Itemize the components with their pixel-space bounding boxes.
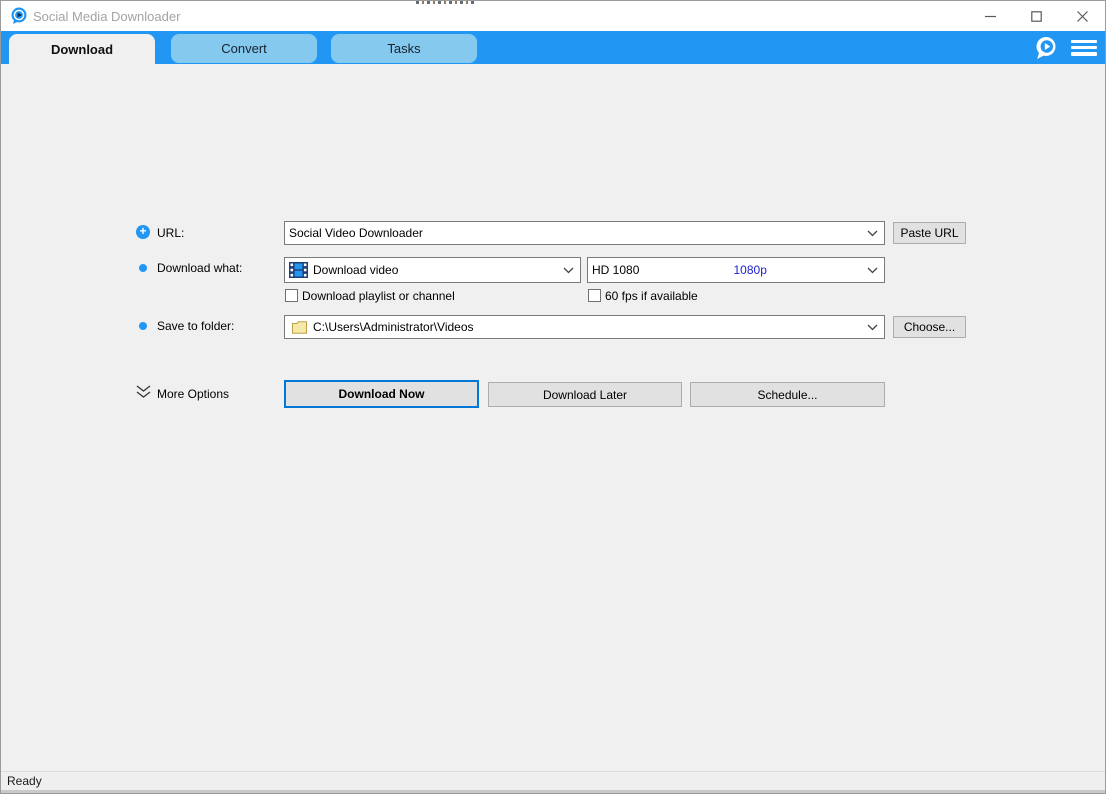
paste-url-button[interactable]: Paste URL — [893, 222, 966, 244]
chevron-down-icon[interactable] — [867, 230, 880, 237]
save-folder-combobox[interactable]: C:\Users\Administrator\Videos — [284, 315, 885, 339]
chevron-down-icon[interactable] — [867, 324, 880, 331]
logo-play-icon[interactable] — [1033, 35, 1059, 61]
bullet-icon — [139, 264, 147, 272]
status-text: Ready — [7, 774, 42, 788]
download-what-dropdown[interactable]: Download video — [284, 257, 581, 283]
download-now-button[interactable]: Download Now — [284, 380, 479, 408]
tab-convert[interactable]: Convert — [171, 34, 317, 63]
quality-label: HD 1080 — [592, 263, 639, 277]
schedule-button[interactable]: Schedule... — [690, 382, 885, 407]
url-value: Social Video Downloader — [289, 226, 423, 240]
url-combobox[interactable]: Social Video Downloader — [284, 221, 885, 245]
close-button[interactable] — [1059, 1, 1105, 31]
chevron-down-icon[interactable] — [867, 267, 880, 274]
tab-download[interactable]: Download — [9, 34, 155, 64]
quality-dropdown[interactable]: HD 1080 1080p — [587, 257, 885, 283]
choose-folder-button[interactable]: Choose... — [893, 316, 966, 338]
status-bar: Ready — [1, 771, 1105, 790]
bullet-icon — [139, 322, 147, 330]
save-to-label: Save to folder: — [157, 319, 234, 333]
more-options-label[interactable]: More Options — [157, 387, 229, 401]
quality-value: 1080p — [734, 263, 773, 277]
playlist-checkbox-label[interactable]: Download playlist or channel — [302, 289, 455, 303]
download-what-value: Download video — [313, 263, 398, 277]
window-bottom-edge — [1, 790, 1105, 794]
fps-checkbox-label[interactable]: 60 fps if available — [605, 289, 698, 303]
tab-bar: Download Convert Tasks — [1, 31, 1105, 64]
menu-icon[interactable] — [1071, 38, 1097, 58]
add-url-icon: + — [136, 225, 150, 239]
title-bar: Social Media Downloader — [1, 1, 1105, 31]
fps-checkbox[interactable] — [588, 289, 601, 302]
url-label: URL: — [157, 226, 184, 240]
playlist-checkbox[interactable] — [285, 289, 298, 302]
screen-artifact — [416, 1, 474, 4]
minimize-button[interactable] — [967, 1, 1013, 31]
main-panel: + URL: Social Video Downloader Paste URL… — [1, 64, 1105, 771]
chevron-down-icon[interactable] — [563, 267, 576, 274]
app-window: Social Media Downloader Download Convert… — [0, 0, 1106, 794]
download-what-label: Download what: — [157, 261, 242, 275]
save-folder-value: C:\Users\Administrator\Videos — [313, 320, 474, 334]
video-film-icon — [289, 262, 308, 278]
folder-icon — [292, 321, 307, 334]
maximize-button[interactable] — [1013, 1, 1059, 31]
tab-tasks[interactable]: Tasks — [331, 34, 477, 63]
download-later-button[interactable]: Download Later — [488, 382, 682, 407]
app-logo-icon — [10, 7, 28, 25]
window-title: Social Media Downloader — [33, 9, 180, 24]
double-chevron-down-icon[interactable] — [135, 384, 152, 400]
